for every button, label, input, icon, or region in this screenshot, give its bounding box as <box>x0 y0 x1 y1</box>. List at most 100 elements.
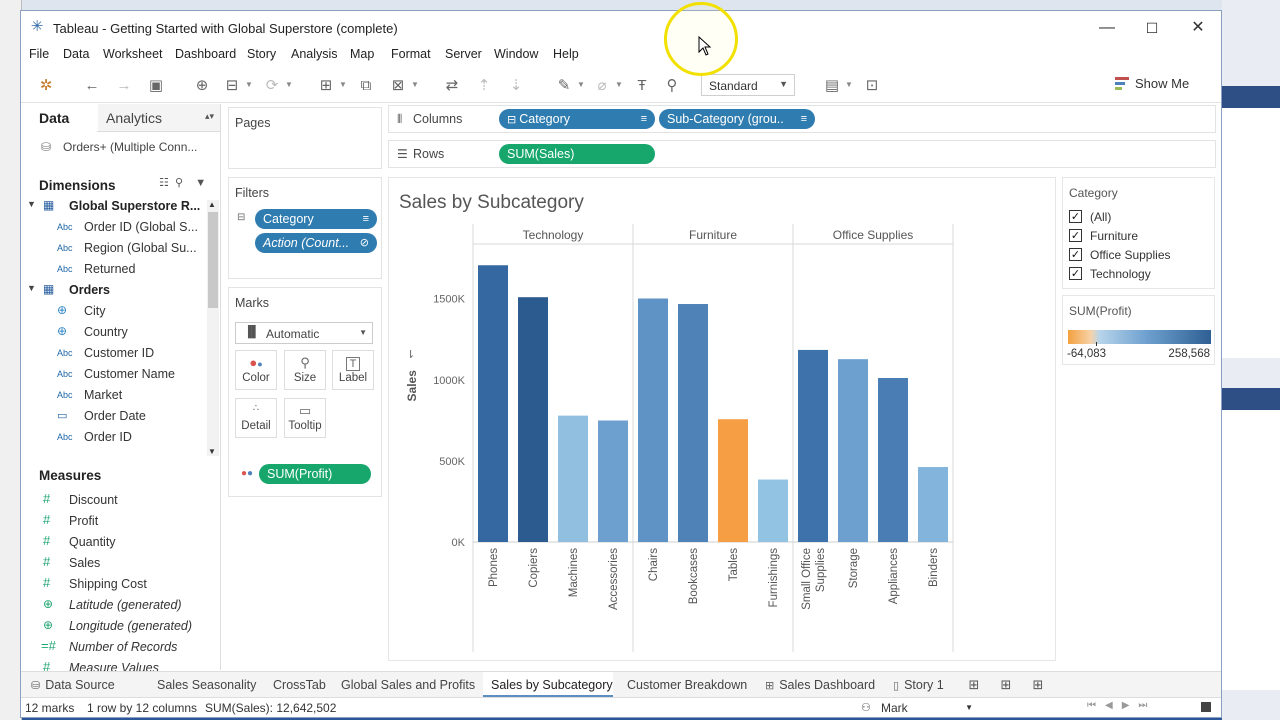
sheet-tab[interactable]: Customer Breakdown <box>619 672 749 698</box>
column-header[interactable]: Office Supplies <box>833 228 914 242</box>
sort-ascending-icon[interactable]: ⇡ <box>473 75 495 97</box>
bar-mark[interactable] <box>718 419 748 542</box>
bar-mark[interactable] <box>478 265 508 542</box>
bar-mark[interactable] <box>838 359 868 542</box>
bar-mark[interactable] <box>558 415 588 542</box>
sheet-tab[interactable]: ⊞ Sales Dashboard <box>757 672 879 698</box>
measure-field[interactable]: ⊕ Longitude (generated) <box>21 616 207 637</box>
bar-mark[interactable] <box>798 349 828 542</box>
bar-mark[interactable] <box>638 298 668 542</box>
dimension-field[interactable]: Abc Customer Name <box>21 364 207 385</box>
chevron-down-icon[interactable]: ▼ <box>245 80 253 89</box>
category-label[interactable]: Tables <box>728 548 740 581</box>
marks-pill-sum-profit[interactable]: SUM(Profit) <box>259 464 371 484</box>
view-list-icon[interactable]: ☷ <box>159 177 169 189</box>
bar-mark[interactable] <box>678 304 708 542</box>
measure-field[interactable]: ⊕ Latitude (generated) <box>21 595 207 616</box>
close-button[interactable]: ✕ <box>1178 15 1218 41</box>
dimension-field[interactable]: ⊕ Country <box>21 322 207 343</box>
menu-map[interactable]: Map <box>350 47 374 61</box>
tab-data-source[interactable]: ⛁ Data Source <box>31 672 115 698</box>
tooltip-button[interactable]: ▭ Tooltip <box>284 398 326 438</box>
swap-rows-columns-icon[interactable]: ⇄ <box>441 75 463 97</box>
chevron-down-icon[interactable]: ▼ <box>195 177 206 189</box>
tableau-home-icon[interactable]: ✲ <box>35 75 57 97</box>
columns-shelf[interactable]: ⦀ Columns ⊟ Category ≡ Sub-Category (gro… <box>388 105 1216 133</box>
dimensions-scrollbar[interactable]: ▲ ▼ <box>207 200 219 456</box>
chevron-down-icon[interactable]: ▼ <box>285 80 293 89</box>
menu-format[interactable]: Format <box>391 47 431 61</box>
measure-field[interactable]: =# Number of Records <box>21 637 207 658</box>
dimension-field[interactable]: Abc Order ID (Global S... <box>21 217 207 238</box>
columns-pill-category[interactable]: ⊟ Category ≡ <box>499 109 655 129</box>
size-button[interactable]: ⚲ Size <box>284 350 326 390</box>
redo-icon[interactable]: → <box>113 75 135 97</box>
scroll-thumb[interactable] <box>208 212 218 308</box>
dimension-field[interactable]: AbcOrder Priority <box>21 448 207 452</box>
category-label[interactable]: Small Office Supplies <box>801 548 827 610</box>
table-group[interactable]: ▼ ▦ Orders <box>21 280 207 301</box>
detail-button[interactable]: ∴ Detail <box>235 398 277 438</box>
new-worksheet-icon[interactable]: ⊞ <box>315 75 337 97</box>
dimension-field[interactable]: Abc Order ID <box>21 427 207 448</box>
sheet-navigation[interactable]: ⏮◀▶⏭ <box>1087 700 1156 711</box>
fit-dropdown[interactable]: Standard ▼ <box>701 74 795 96</box>
category-label[interactable]: Furnishings <box>768 548 780 608</box>
column-header[interactable]: Furniture <box>689 228 737 242</box>
dimension-field[interactable]: ⊕ City <box>21 301 207 322</box>
column-header[interactable]: Technology <box>523 228 584 242</box>
worksheet-view[interactable]: Sales by Subcategory Technology Furniture… <box>388 177 1056 661</box>
checkbox-checked-icon[interactable]: ✓ <box>1069 267 1082 280</box>
menu-window[interactable]: Window <box>494 47 538 61</box>
sheet-tab[interactable]: CrossTab <box>265 672 327 698</box>
checkbox-checked-icon[interactable]: ✓ <box>1069 248 1082 261</box>
color-button[interactable]: ●● Color <box>235 350 277 390</box>
axis-sort-icon[interactable]: ⇂ <box>406 349 415 361</box>
tab-data[interactable]: Data <box>21 104 97 132</box>
dimension-field[interactable]: Abc Returned <box>21 259 207 280</box>
category-label[interactable]: Machines <box>568 548 580 597</box>
menu-dashboard[interactable]: Dashboard <box>175 47 236 61</box>
sheet-tab[interactable]: ▯ Story 1 <box>885 672 955 698</box>
bar-mark[interactable] <box>518 297 548 542</box>
highlight-icon[interactable]: ✎ <box>553 75 575 97</box>
clear-sheet-icon[interactable]: ⊠ <box>387 75 409 97</box>
menu-story[interactable]: Story <box>247 47 276 61</box>
filter-pill-action[interactable]: Action (Count... ⊘ <box>255 233 377 253</box>
fix-axes-icon[interactable]: ⚲ <box>661 75 683 97</box>
sort-descending-icon[interactable]: ⇣ <box>505 75 527 97</box>
category-label[interactable]: Appliances <box>888 548 900 605</box>
category-label[interactable]: Phones <box>488 548 500 587</box>
menu-server[interactable]: Server <box>445 47 482 61</box>
mark-type-dropdown[interactable]: ▐▌ Automatic ▼ <box>235 322 373 344</box>
menu-help[interactable]: Help <box>553 47 579 61</box>
category-label[interactable]: Accessories <box>608 548 620 610</box>
new-worksheet-tab-icon[interactable]: ⊞ <box>965 676 983 694</box>
dimension-field[interactable]: ▭ Order Date <box>21 406 207 427</box>
bar-mark[interactable] <box>598 420 628 542</box>
dimension-field[interactable]: Abc Region (Global Su... <box>21 238 207 259</box>
measure-field[interactable]: # Sales <box>21 553 207 574</box>
filter-pill-category[interactable]: Category ≡ <box>255 209 377 229</box>
chevron-down-icon[interactable]: ▼ <box>615 80 623 89</box>
minimize-button[interactable]: — <box>1087 15 1127 41</box>
category-label[interactable]: Bookcases <box>688 548 700 605</box>
bar-mark[interactable] <box>918 467 948 542</box>
search-icon[interactable]: ⚲ <box>175 177 183 189</box>
label-button[interactable]: T Label <box>332 350 374 390</box>
sheet-tab[interactable]: Sales by Subcategory <box>483 672 613 698</box>
rows-pill-sum-sales[interactable]: SUM(Sales) <box>499 144 655 164</box>
measure-field[interactable]: # Quantity <box>21 532 207 553</box>
chevron-down-icon[interactable]: ▼ <box>577 80 585 89</box>
bar-mark[interactable] <box>878 377 908 542</box>
filters-card[interactable]: Filters ⊟ Category ≡ Action (Count... ⊘ <box>228 177 382 279</box>
columns-pill-subcategory[interactable]: Sub-Category (grou.. ≡ <box>659 109 815 129</box>
expand-toggle-icon[interactable]: ▼ <box>27 199 36 209</box>
refresh-icon[interactable]: ⟳ <box>261 75 283 97</box>
menu-file[interactable]: File <box>29 47 49 61</box>
scroll-down-icon[interactable]: ▼ <box>208 447 216 456</box>
scroll-up-icon[interactable]: ▲ <box>208 200 216 209</box>
checkbox-checked-icon[interactable]: ✓ <box>1069 229 1082 242</box>
sheet-tab[interactable]: Global Sales and Profits <box>333 672 477 698</box>
expand-toggle-icon[interactable]: ▼ <box>27 283 36 293</box>
